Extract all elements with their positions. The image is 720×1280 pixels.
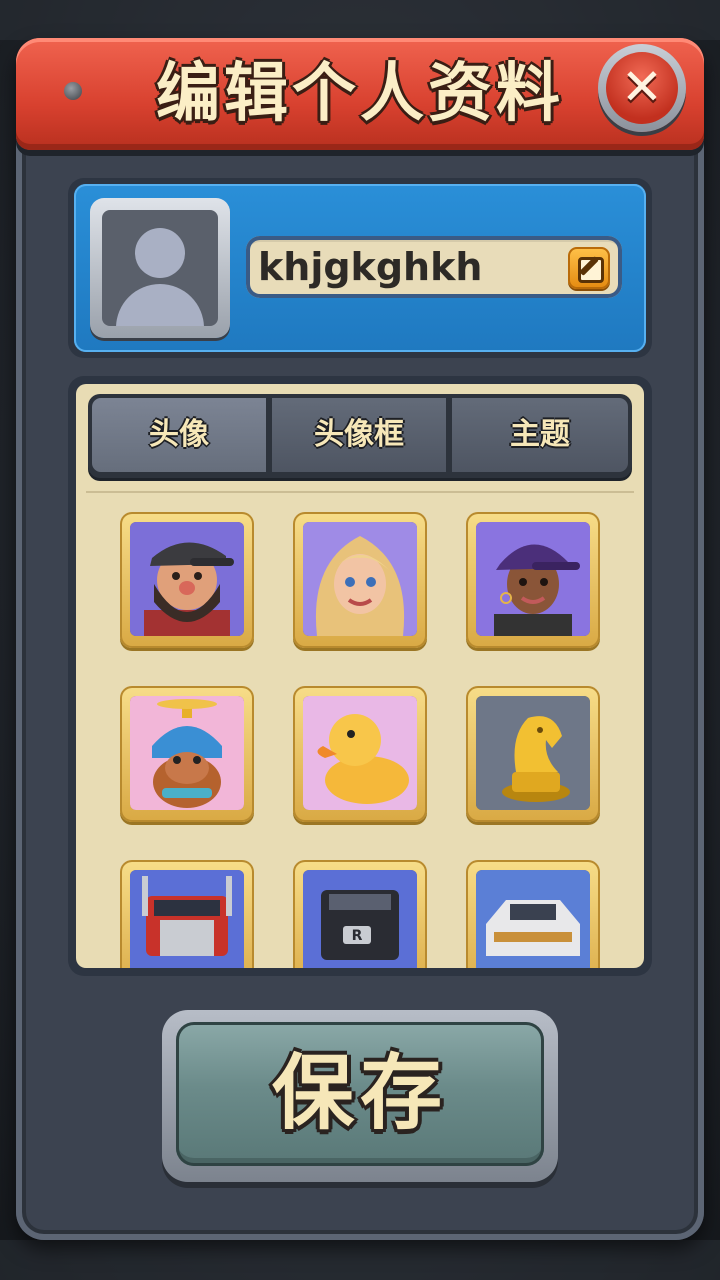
woman-purple-cap-avatar [476, 522, 590, 636]
black-semi-truck-avatar: R [303, 870, 417, 968]
current-avatar[interactable] [90, 198, 230, 338]
avatar-option[interactable] [466, 860, 600, 968]
username-text: khjgkghkh [258, 245, 483, 289]
avatar-option[interactable] [120, 860, 254, 968]
dog-propeller-helmet-avatar [130, 696, 244, 810]
tab-theme[interactable]: 主题 [452, 398, 628, 472]
tab-avatar[interactable]: 头像 [92, 398, 266, 472]
avatar-option[interactable] [466, 686, 600, 822]
svg-text:R: R [352, 928, 363, 944]
white-pickup-truck-avatar [476, 870, 590, 968]
default-user-icon [102, 210, 218, 326]
save-button-label: 保存 [271, 1046, 448, 1141]
blonde-woman-avatar [303, 522, 417, 636]
avatar-option[interactable]: R [293, 860, 427, 968]
username-field[interactable]: khjgkghkh [246, 236, 622, 298]
avatar-option[interactable] [466, 512, 600, 648]
edit-username-button[interactable] [568, 247, 610, 289]
divider [86, 491, 634, 493]
avatar-option[interactable] [293, 512, 427, 648]
golden-chess-knight-avatar [476, 696, 590, 810]
avatar-grid: R [76, 500, 644, 968]
bearded-man-avatar [130, 522, 244, 636]
tab-avatar-frame[interactable]: 头像框 [272, 398, 446, 472]
red-semi-truck-avatar [130, 870, 244, 968]
tab-bar: 头像 头像框 主题 [88, 394, 632, 478]
header-rivet [64, 82, 82, 100]
close-icon: ✕ [606, 52, 678, 124]
rubber-duck-avatar [303, 696, 417, 810]
avatar-option[interactable] [120, 686, 254, 822]
save-button[interactable]: 保存 [162, 1010, 558, 1182]
dialog-title: 编辑个人资料 [156, 57, 564, 131]
avatar-option[interactable] [120, 512, 254, 648]
avatar-option[interactable] [293, 686, 427, 822]
close-button[interactable]: ✕ [598, 44, 686, 132]
